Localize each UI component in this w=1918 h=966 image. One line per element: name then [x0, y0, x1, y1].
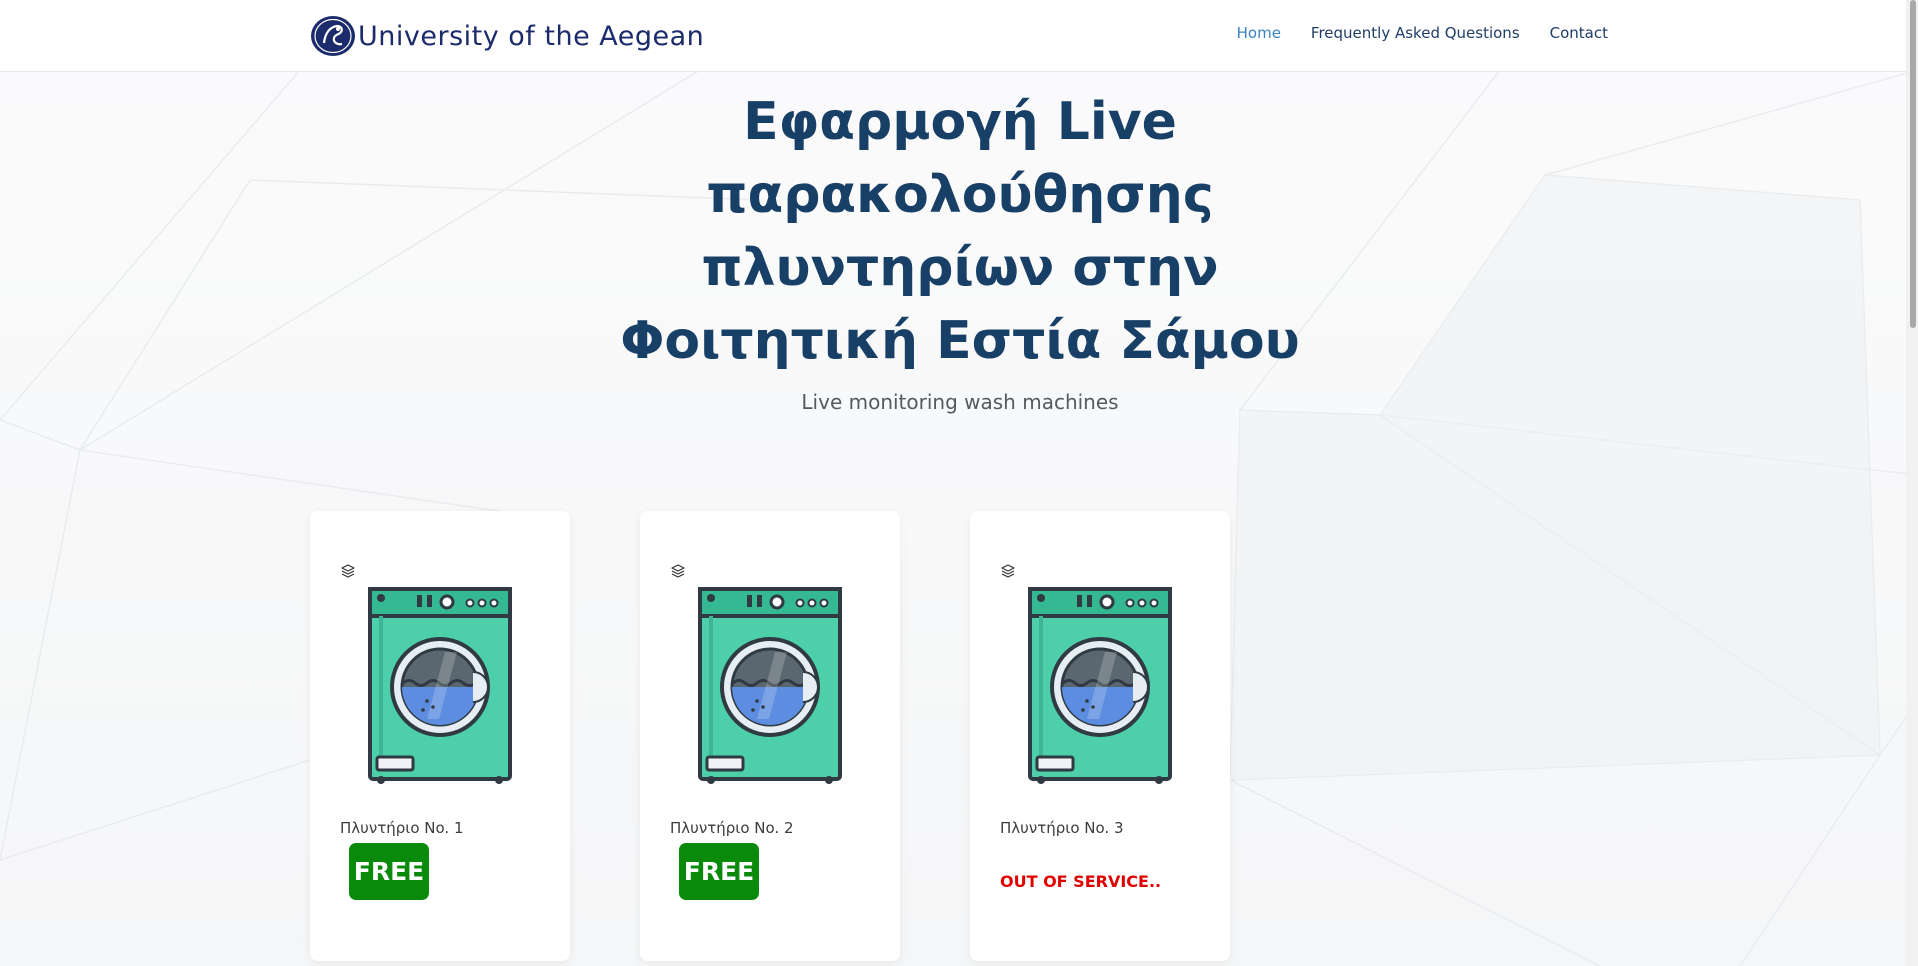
page: University of the Aegean Home Frequently… — [0, 0, 1918, 966]
nav-faq[interactable]: Frequently Asked Questions — [1311, 24, 1520, 42]
machine-card: Πλυντήριο No. 1 FREE — [310, 511, 570, 961]
status-out-of-service: OUT OF SERVICE.. — [1000, 872, 1162, 891]
navbar: University of the Aegean Home Frequently… — [0, 0, 1918, 72]
brand-link[interactable]: University of the Aegean — [310, 14, 704, 58]
machine-label: Πλυντήριο No. 2 — [670, 819, 794, 837]
washing-machine-icon — [368, 587, 512, 784]
layers-icon — [671, 564, 685, 578]
layers-icon — [341, 564, 355, 578]
machine-card: Πλυντήριο No. 2 FREE — [640, 511, 900, 961]
nav-home[interactable]: Home — [1237, 24, 1281, 42]
machine-label: Πλυντήριο No. 3 — [1000, 819, 1124, 837]
page-title: Εφαρμογή Live παρακολούθησης πλυντηρίων … — [620, 92, 1300, 371]
machine-cards: Πλυντήριο No. 1 FREE Πλυντήριο No. 2 FRE… — [310, 511, 1230, 961]
washing-machine-icon — [1028, 587, 1172, 784]
university-logo — [311, 16, 355, 56]
page-scrollbar[interactable] — [1906, 0, 1918, 966]
brand-name: University of the Aegean — [358, 20, 705, 52]
status-badge-free: FREE — [679, 843, 759, 900]
status-badge-free: FREE — [349, 843, 429, 900]
washing-machine-icon — [698, 587, 842, 784]
machine-card: Πλυντήριο No. 3 OUT OF SERVICE.. — [970, 511, 1230, 961]
hero: Εφαρμογή Live παρακολούθησης πλυντηρίων … — [560, 86, 1360, 414]
main-nav: Home Frequently Asked Questions Contact — [1237, 24, 1608, 42]
page-subtitle: Live monitoring wash machines — [801, 390, 1119, 414]
machine-label: Πλυντήριο No. 1 — [340, 819, 464, 837]
nav-contact[interactable]: Contact — [1550, 24, 1608, 42]
scrollbar-thumb[interactable] — [1910, 0, 1916, 328]
layers-icon — [1001, 564, 1015, 578]
